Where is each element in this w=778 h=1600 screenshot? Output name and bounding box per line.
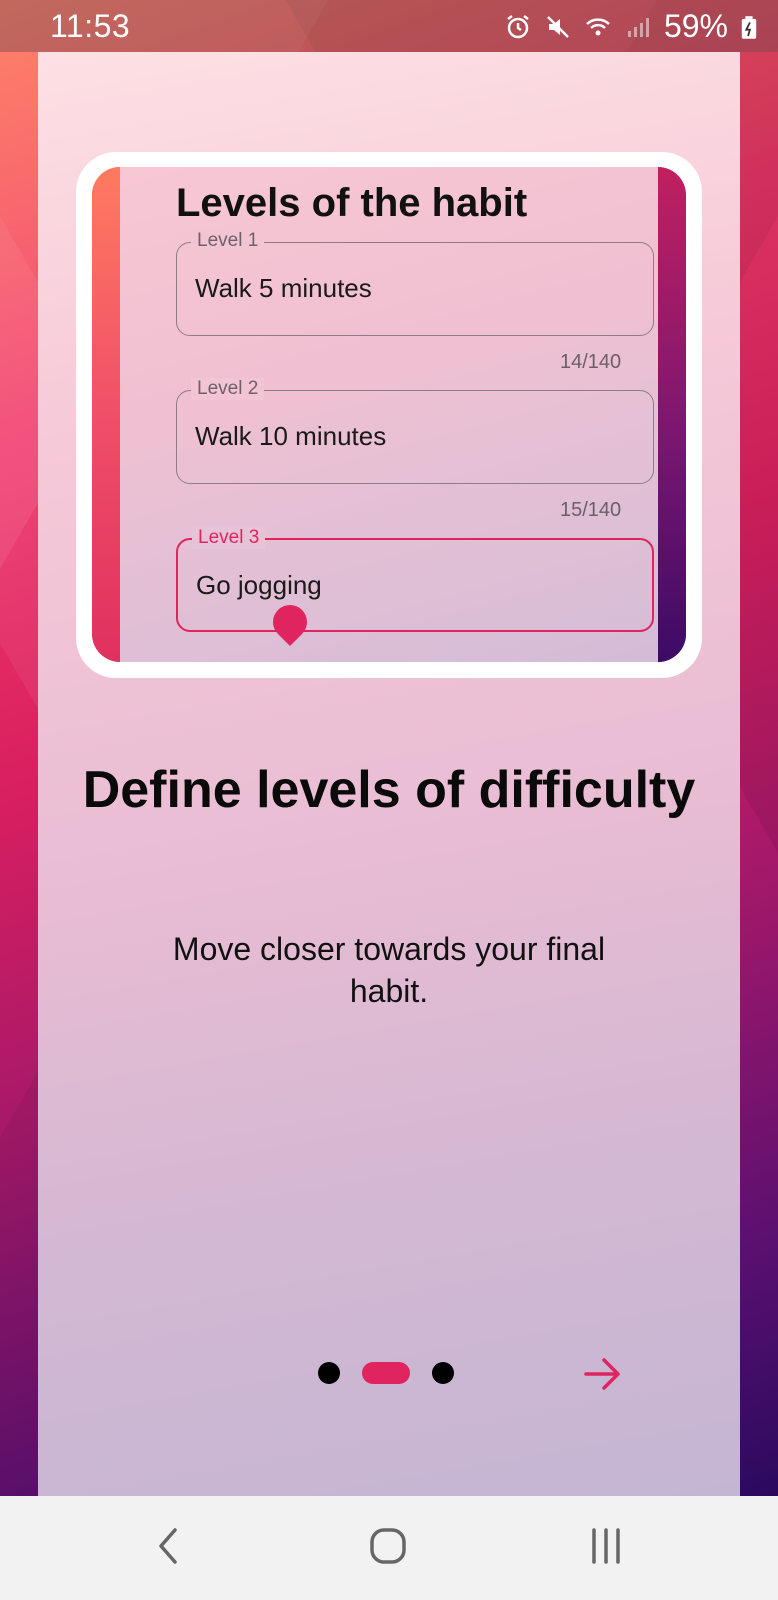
card-content: Levels of the habit Level 1 Walk 5 minut… — [120, 167, 658, 662]
status-bar: 11:53 59% — [0, 0, 778, 52]
page-dot-2-active[interactable] — [362, 1362, 410, 1384]
nav-recents-button[interactable] — [576, 1516, 636, 1576]
home-icon — [370, 1528, 406, 1564]
level-1-label: Level 1 — [191, 230, 265, 252]
mute-icon — [547, 15, 569, 38]
signal-icon — [627, 17, 649, 37]
level-3-value: Go jogging — [196, 570, 322, 600]
level-2-counter: 15/140 — [560, 499, 622, 521]
level-1-value: Walk 5 minutes — [195, 273, 372, 303]
nav-back-button[interactable] — [138, 1516, 198, 1576]
alarm-icon — [507, 14, 529, 38]
page-dot-1[interactable] — [318, 1362, 340, 1384]
back-icon — [159, 1528, 177, 1564]
battery-icon — [741, 15, 757, 39]
level-2-value: Walk 10 minutes — [195, 421, 387, 451]
level-1-counter: 14/140 — [560, 351, 622, 373]
level-2-label: Level 2 — [191, 378, 265, 400]
level-1-field: Level 1 Walk 5 minutes — [176, 230, 654, 336]
next-arrow-icon[interactable] — [584, 1356, 622, 1392]
card-strip-right — [658, 167, 686, 662]
status-time: 11:53 — [50, 8, 131, 44]
system-nav-bar — [0, 1496, 778, 1600]
page-indicator — [318, 1362, 454, 1384]
recents-icon — [592, 1528, 620, 1564]
card-strip-left — [92, 167, 120, 662]
nav-home-button[interactable] — [358, 1516, 418, 1576]
level-3-label: Level 3 — [192, 527, 266, 549]
wifi-icon — [586, 17, 610, 35]
level-3-field: Level 3 Go jogging — [176, 527, 654, 632]
card-title: Levels of the habit — [176, 181, 528, 225]
status-icons: 59% — [504, 8, 758, 45]
page-dot-3[interactable] — [432, 1362, 454, 1384]
battery-percent: 59% — [663, 8, 728, 44]
onboarding-subtext: Move closer towards your final habit. — [172, 931, 606, 1009]
level-2-field: Level 2 Walk 10 minutes — [176, 378, 654, 484]
preview-card: Levels of the habit Level 1 Walk 5 minut… — [92, 167, 686, 662]
onboarding-headline: Define levels of difficulty — [82, 761, 696, 819]
